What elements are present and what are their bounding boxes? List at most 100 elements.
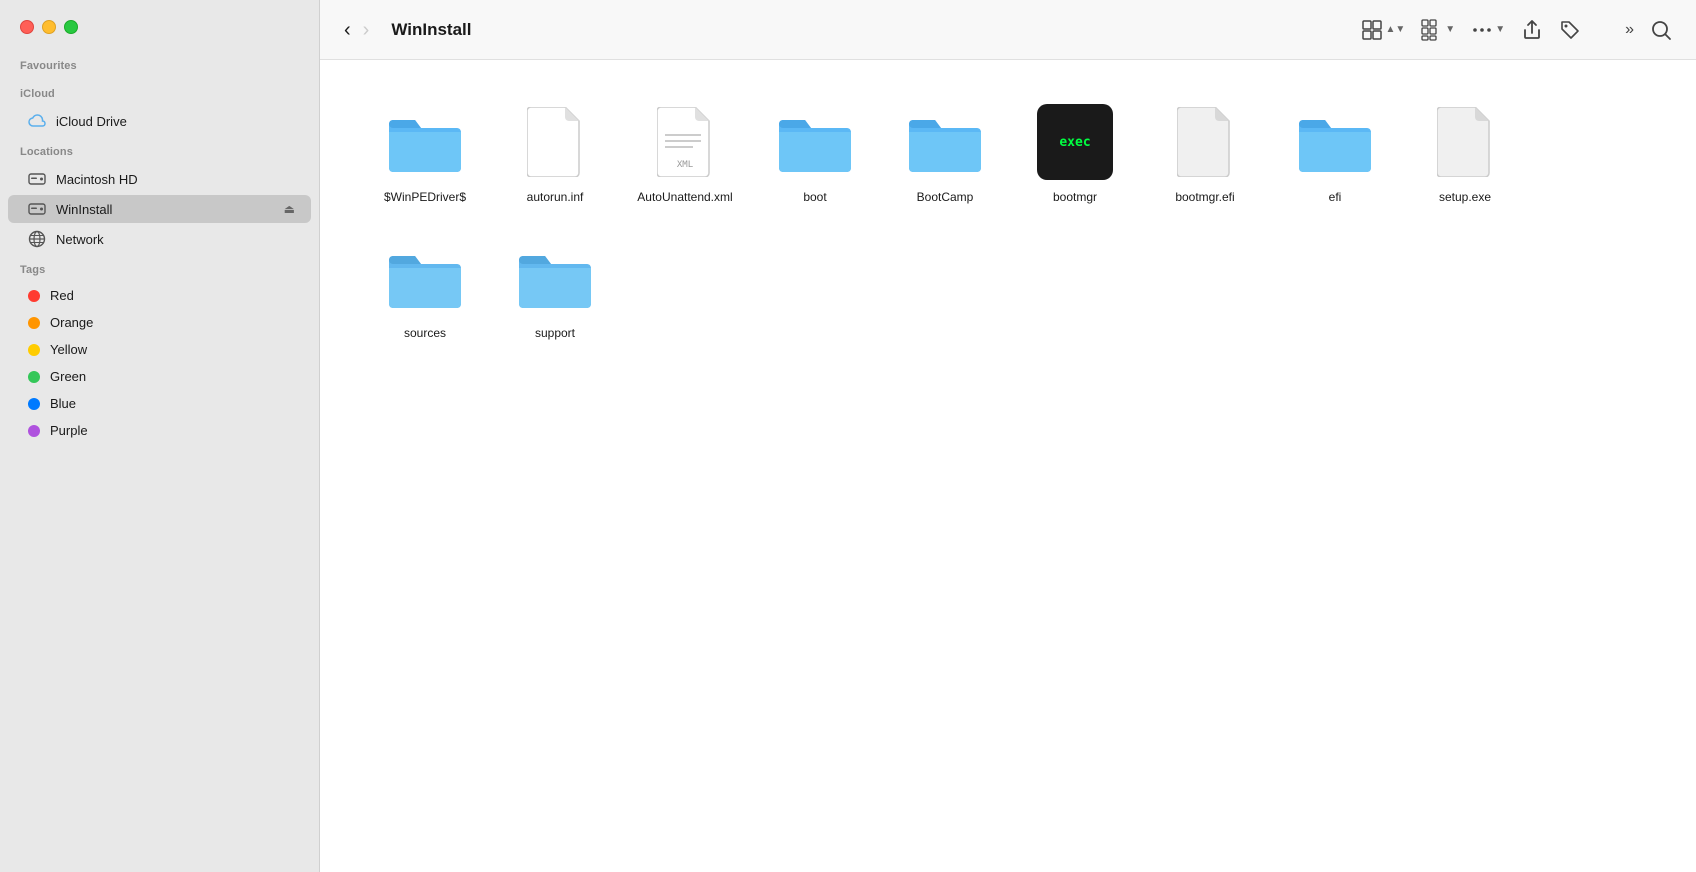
file-name-support: support (535, 326, 575, 340)
globe-icon (28, 230, 46, 248)
folder-icon-bootcamp (907, 110, 983, 174)
icloud-icon (28, 112, 46, 130)
file-item-bootmgr[interactable]: exec bootmgr (1010, 90, 1140, 216)
minimize-button[interactable] (42, 20, 56, 34)
file-name-autounattend: AutoUnattend.xml (637, 190, 732, 204)
file-name-bootcamp: BootCamp (917, 190, 974, 204)
macintosh-hd-label: Macintosh HD (56, 172, 295, 187)
file-name-boot: boot (803, 190, 826, 204)
icloud-section-label: iCloud (0, 78, 319, 106)
favourites-section-label: Favourites (0, 50, 319, 78)
folder-icon-wrap-boot (775, 102, 855, 182)
doc-icon-wrap-autorun (515, 102, 595, 182)
ellipsis-icon (1471, 19, 1493, 41)
view-chevron: ▲▼ (1385, 24, 1405, 35)
tag-green-label: Green (50, 369, 295, 384)
grid-icon (1361, 19, 1383, 41)
file-name-winpedriver: $WinPEDriver$ (384, 190, 466, 204)
close-button[interactable] (20, 20, 34, 34)
nav-buttons: ‹ › (340, 18, 373, 42)
tag-purple-label: Purple (50, 423, 295, 438)
red-dot (28, 290, 40, 302)
orange-dot (28, 317, 40, 329)
exec-icon-wrap: exec (1035, 102, 1115, 182)
folder-icon-wrap-efi (1295, 102, 1375, 182)
folder-icon-wrap-sources (385, 238, 465, 318)
file-item-support[interactable]: support (490, 226, 620, 352)
folder-icon-support (517, 246, 593, 310)
sidebar-item-tag-purple[interactable]: Purple (8, 418, 311, 443)
toolbar-more-button[interactable]: » (1621, 17, 1638, 43)
file-item-autorun[interactable]: autorun.inf (490, 90, 620, 216)
folder-icon-efi (1297, 110, 1373, 174)
disk-icon-wininstall (28, 200, 46, 218)
forward-button[interactable]: › (359, 18, 374, 42)
more-chevron: ▼ (1495, 24, 1505, 35)
file-name-bootmgr: bootmgr (1053, 190, 1097, 204)
list-grid-icon (1421, 19, 1443, 41)
share-icon (1521, 19, 1543, 41)
toolbar-title: WinInstall (391, 20, 471, 40)
tag-orange-label: Orange (50, 315, 295, 330)
tag-button[interactable] (1555, 15, 1585, 45)
folder-icon (387, 110, 463, 174)
sidebar-item-tag-red[interactable]: Red (8, 283, 311, 308)
share-button[interactable] (1517, 15, 1547, 45)
folder-icon-sources (387, 246, 463, 310)
icon-view-button[interactable]: ▲▼ (1357, 15, 1409, 45)
group-chevron: ▼ (1445, 24, 1455, 35)
doc-icon-efi (1177, 107, 1233, 177)
eject-icon[interactable]: ⏏ (284, 202, 295, 216)
toolbar: ‹ › WinInstall ▲▼ (320, 0, 1696, 60)
sidebar-item-network[interactable]: Network (8, 225, 311, 253)
sidebar-item-tag-yellow[interactable]: Yellow (8, 337, 311, 362)
file-item-autounattend[interactable]: XML AutoUnattend.xml (620, 90, 750, 216)
blue-dot (28, 398, 40, 410)
file-item-sources[interactable]: sources (360, 226, 490, 352)
file-grid: $WinPEDriver$ autorun.inf X (320, 60, 1696, 872)
sidebar-item-tag-blue[interactable]: Blue (8, 391, 311, 416)
tag-blue-label: Blue (50, 396, 295, 411)
icloud-drive-label: iCloud Drive (56, 114, 295, 129)
file-name-efi: efi (1329, 190, 1342, 204)
file-item-bootmgrefi[interactable]: bootmgr.efi (1140, 90, 1270, 216)
tag-icon (1559, 19, 1581, 41)
more-options-button[interactable]: ▼ (1467, 15, 1509, 45)
folder-icon-boot (777, 110, 853, 174)
file-item-winpedriver[interactable]: $WinPEDriver$ (360, 90, 490, 216)
main-content: ‹ › WinInstall ▲▼ (320, 0, 1696, 872)
sidebar-item-tag-green[interactable]: Green (8, 364, 311, 389)
folder-icon-wrap-bootcamp (905, 102, 985, 182)
file-item-setupexe[interactable]: setup.exe (1400, 90, 1530, 216)
network-label: Network (56, 232, 295, 247)
group-view-button[interactable]: ▼ (1417, 15, 1459, 45)
svg-text:XML: XML (677, 160, 693, 170)
tags-section-label: Tags (0, 254, 319, 282)
maximize-button[interactable] (64, 20, 78, 34)
tag-red-label: Red (50, 288, 295, 303)
wininstall-label: WinInstall (56, 202, 274, 217)
file-item-bootcamp[interactable]: BootCamp (880, 90, 1010, 216)
sidebar-item-macintosh-hd[interactable]: Macintosh HD (8, 165, 311, 193)
file-name-sources: sources (404, 326, 446, 340)
double-chevron-icon: » (1625, 21, 1634, 39)
doc-icon-wrap-efi (1165, 102, 1245, 182)
sidebar-item-tag-orange[interactable]: Orange (8, 310, 311, 335)
disk-icon (28, 170, 46, 188)
file-item-boot[interactable]: boot (750, 90, 880, 216)
search-button[interactable] (1646, 15, 1676, 45)
locations-section-label: Locations (0, 136, 319, 164)
back-button[interactable]: ‹ (340, 18, 355, 42)
sidebar-item-wininstall[interactable]: WinInstall ⏏ (8, 195, 311, 223)
file-name-bootmgrefi: bootmgr.efi (1175, 190, 1234, 204)
file-name-autorun: autorun.inf (527, 190, 584, 204)
toolbar-actions: ▲▼ ▼ (1357, 15, 1676, 45)
yellow-dot (28, 344, 40, 356)
xml-doc-icon: XML (657, 107, 713, 177)
sidebar: Favourites iCloud iCloud Drive Locations… (0, 0, 320, 872)
file-item-efi[interactable]: efi (1270, 90, 1400, 216)
doc-icon-wrap-setup (1425, 102, 1505, 182)
exec-icon: exec (1037, 104, 1113, 180)
doc-icon-wrap-xml: XML (645, 102, 725, 182)
sidebar-item-icloud-drive[interactable]: iCloud Drive (8, 107, 311, 135)
